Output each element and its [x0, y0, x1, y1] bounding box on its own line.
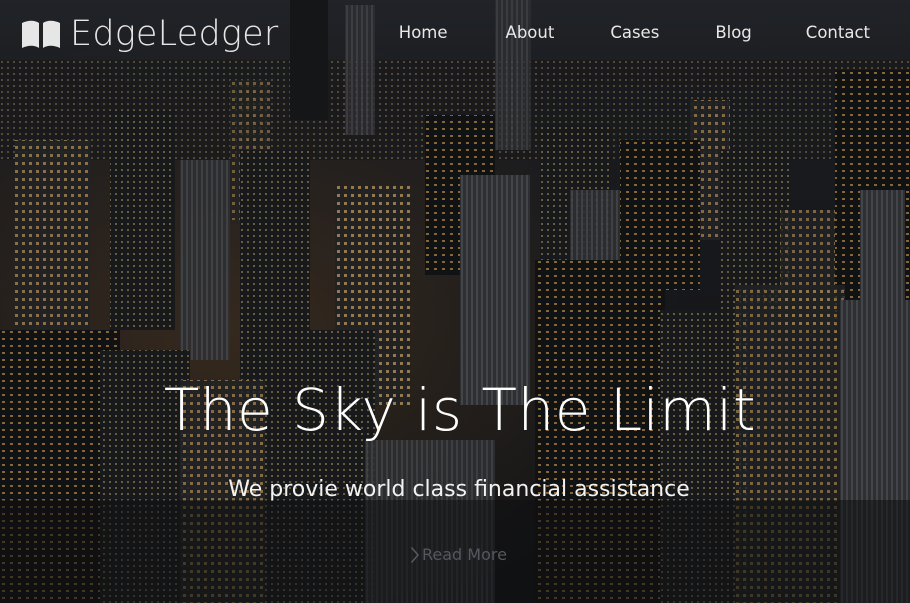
brand-logo-link[interactable]: EdgeLedger	[20, 12, 278, 56]
read-more-label: Read More	[422, 545, 507, 564]
open-book-icon	[22, 20, 60, 48]
nav-link-home[interactable]: Home	[399, 22, 448, 44]
hero-subtitle: We provie world class financial assistan…	[228, 477, 690, 502]
nav-link-cases[interactable]: Cases	[610, 22, 659, 44]
brand-name: EdgeLedger	[70, 14, 279, 54]
nav-link-contact[interactable]: Contact	[806, 22, 870, 44]
read-more-button[interactable]: Read More	[410, 544, 507, 566]
hero-overlay	[0, 0, 910, 603]
navbar: EdgeLedger Home About Cases Blog Contact	[0, 0, 910, 70]
main-nav: Home About Cases Blog Contact	[399, 22, 870, 44]
hero-section	[0, 0, 910, 603]
nav-link-about[interactable]: About	[506, 22, 555, 44]
chevron-right-icon	[410, 546, 420, 564]
hero-title: The Sky is The Limit	[163, 376, 757, 444]
nav-link-blog[interactable]: Blog	[715, 22, 751, 44]
